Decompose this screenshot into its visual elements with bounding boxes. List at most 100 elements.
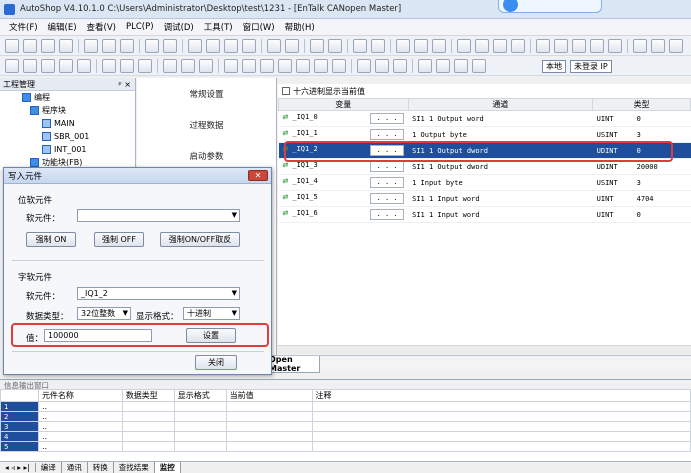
ladder-del-h-icon[interactable] — [418, 59, 432, 73]
column-header-channel[interactable]: 通道 — [407, 98, 594, 111]
browse-button[interactable]: . . . — [370, 177, 405, 188]
dialog-close-icon[interactable]: ✕ — [248, 170, 268, 181]
network-icon[interactable] — [242, 39, 256, 53]
monitor-row[interactable]: 2.. — [0, 411, 691, 422]
window-split-icon[interactable] — [285, 39, 299, 53]
ladder-coil-icon[interactable] — [23, 59, 37, 73]
ladder-branch3-icon[interactable] — [138, 59, 152, 73]
screen-icon[interactable] — [669, 39, 683, 53]
word-element-combo[interactable]: _IQ1_2 ▼ — [77, 287, 240, 300]
tree-item-program-blocks[interactable]: 程序块 — [0, 104, 135, 117]
menu-window[interactable]: 窗口(W) — [238, 21, 280, 33]
column-header-type[interactable]: 类型 — [592, 98, 691, 111]
ladder-down-icon[interactable] — [59, 59, 73, 73]
browse-button[interactable]: . . . — [370, 161, 405, 172]
print-icon[interactable] — [59, 39, 73, 53]
cut-icon[interactable] — [84, 39, 98, 53]
force-toggle-button[interactable]: 强制ON/OFF取反 — [160, 232, 240, 247]
new-icon[interactable] — [5, 39, 19, 53]
copy-icon[interactable] — [102, 39, 116, 53]
menu-edit[interactable]: 编辑(E) — [43, 21, 82, 33]
monitor-cell[interactable]: .. — [37, 411, 123, 422]
monitor-icon[interactable] — [457, 39, 471, 53]
set-button[interactable]: 设置 — [186, 328, 236, 343]
bit-element-combo[interactable]: ▼ — [77, 209, 240, 222]
column-header-variable[interactable]: 变量 — [278, 98, 409, 111]
open-icon[interactable] — [23, 39, 37, 53]
table-row[interactable]: ⇄ _IQ1_4 . . .1 Input byte USINT 3 — [278, 174, 691, 191]
tree-item-main[interactable]: MAIN — [0, 117, 135, 130]
tab-monitor[interactable]: 监控 — [154, 462, 181, 473]
monitor-cell[interactable]: .. — [37, 441, 123, 452]
monitor-row[interactable]: 5.. — [0, 441, 691, 452]
paste-icon[interactable] — [120, 39, 134, 53]
monitor-row[interactable]: 1.. — [0, 401, 691, 412]
tab-canopen-master[interactable]: Open Master — [268, 355, 320, 373]
dialog-close-button[interactable]: 关闭 — [195, 355, 237, 370]
stop-icon[interactable] — [371, 39, 385, 53]
menu-file[interactable]: 文件(F) — [4, 21, 43, 33]
local-button[interactable]: 本地 — [542, 59, 566, 73]
ladder-set-icon[interactable] — [314, 59, 328, 73]
data-type-select[interactable]: 32位整数 ▼ — [77, 307, 131, 320]
ladder-nc-icon[interactable] — [242, 59, 256, 73]
table-icon[interactable] — [536, 39, 550, 53]
table-row[interactable]: ⇄ _IQ1_5 . . . SI1 1 Input word UINT 4704 — [278, 190, 691, 207]
ladder-fall-icon[interactable] — [278, 59, 292, 73]
ladder-cross-icon[interactable] — [472, 59, 486, 73]
hex-display-option[interactable]: 十六进制显示当前值 — [278, 84, 691, 98]
ladder-parallel-icon[interactable] — [41, 59, 55, 73]
browse-button[interactable]: . . . — [370, 113, 405, 124]
plc-icon[interactable] — [432, 39, 446, 53]
ladder-rise-icon[interactable] — [260, 59, 274, 73]
align2-icon[interactable] — [590, 39, 604, 53]
replace-icon[interactable] — [224, 39, 238, 53]
menu-view[interactable]: 查看(V) — [82, 21, 121, 33]
panel-pin-close-icon[interactable]: ᵖ × — [118, 80, 131, 89]
ladder-func3-icon[interactable] — [393, 59, 407, 73]
menu-debug[interactable]: 调试(D) — [159, 21, 199, 33]
force-on-button[interactable]: 强制 ON — [26, 232, 76, 247]
tab-find-results[interactable]: 查找结果 — [114, 462, 155, 473]
ladder-out-icon[interactable] — [296, 59, 310, 73]
monitor-row[interactable]: 4.. — [0, 431, 691, 442]
save-icon[interactable] — [41, 39, 55, 53]
search-icon[interactable] — [206, 39, 220, 53]
browse-button[interactable]: . . . — [370, 209, 405, 220]
align-icon[interactable] — [572, 39, 586, 53]
tab-convert[interactable]: 转换 — [88, 462, 114, 473]
delete-icon[interactable] — [188, 39, 202, 53]
menu-tools[interactable]: 工具(T) — [199, 21, 238, 33]
ladder-contact-icon[interactable] — [5, 59, 19, 73]
ladder-reset-icon[interactable] — [332, 59, 346, 73]
ladder-line-icon[interactable] — [163, 59, 177, 73]
user-icon[interactable] — [608, 39, 622, 53]
redo-icon[interactable] — [163, 39, 177, 53]
tree-item-sbr[interactable]: SBR_001 — [0, 130, 135, 143]
compile-all-icon[interactable] — [328, 39, 342, 53]
tab-compile[interactable]: 编译 — [36, 462, 62, 473]
monitor-row[interactable]: 3.. — [0, 421, 691, 432]
compile-icon[interactable] — [310, 39, 324, 53]
value-input[interactable]: 100000 — [44, 329, 152, 342]
browse-button[interactable]: . . . — [370, 193, 405, 204]
force-off-button[interactable]: 强制 OFF — [94, 232, 144, 247]
undo-icon[interactable] — [145, 39, 159, 53]
ladder-branch-icon[interactable] — [102, 59, 116, 73]
write-icon[interactable] — [493, 39, 507, 53]
monitor-cell[interactable]: .. — [37, 431, 123, 442]
hex-checkbox[interactable] — [282, 87, 290, 95]
ladder-del-icon[interactable] — [454, 59, 468, 73]
upload-icon[interactable] — [396, 39, 410, 53]
table-row[interactable]: ⇄ _IQ1_0 . . . SI1 1 Output word UINT 0 — [278, 110, 691, 127]
ladder-func2-icon[interactable] — [375, 59, 389, 73]
ladder-vline-icon[interactable] — [181, 59, 195, 73]
monitor-cell[interactable]: .. — [37, 401, 123, 412]
window-icon[interactable] — [267, 39, 281, 53]
tree-item-int[interactable]: INT_001 — [0, 143, 135, 156]
tree-item-programming[interactable]: 编程 — [0, 91, 135, 104]
browse-button[interactable]: . . . — [370, 129, 405, 140]
table-horizontal-scrollbar[interactable] — [278, 345, 691, 354]
ladder-func-icon[interactable] — [357, 59, 371, 73]
monitor-stop-icon[interactable] — [475, 39, 489, 53]
